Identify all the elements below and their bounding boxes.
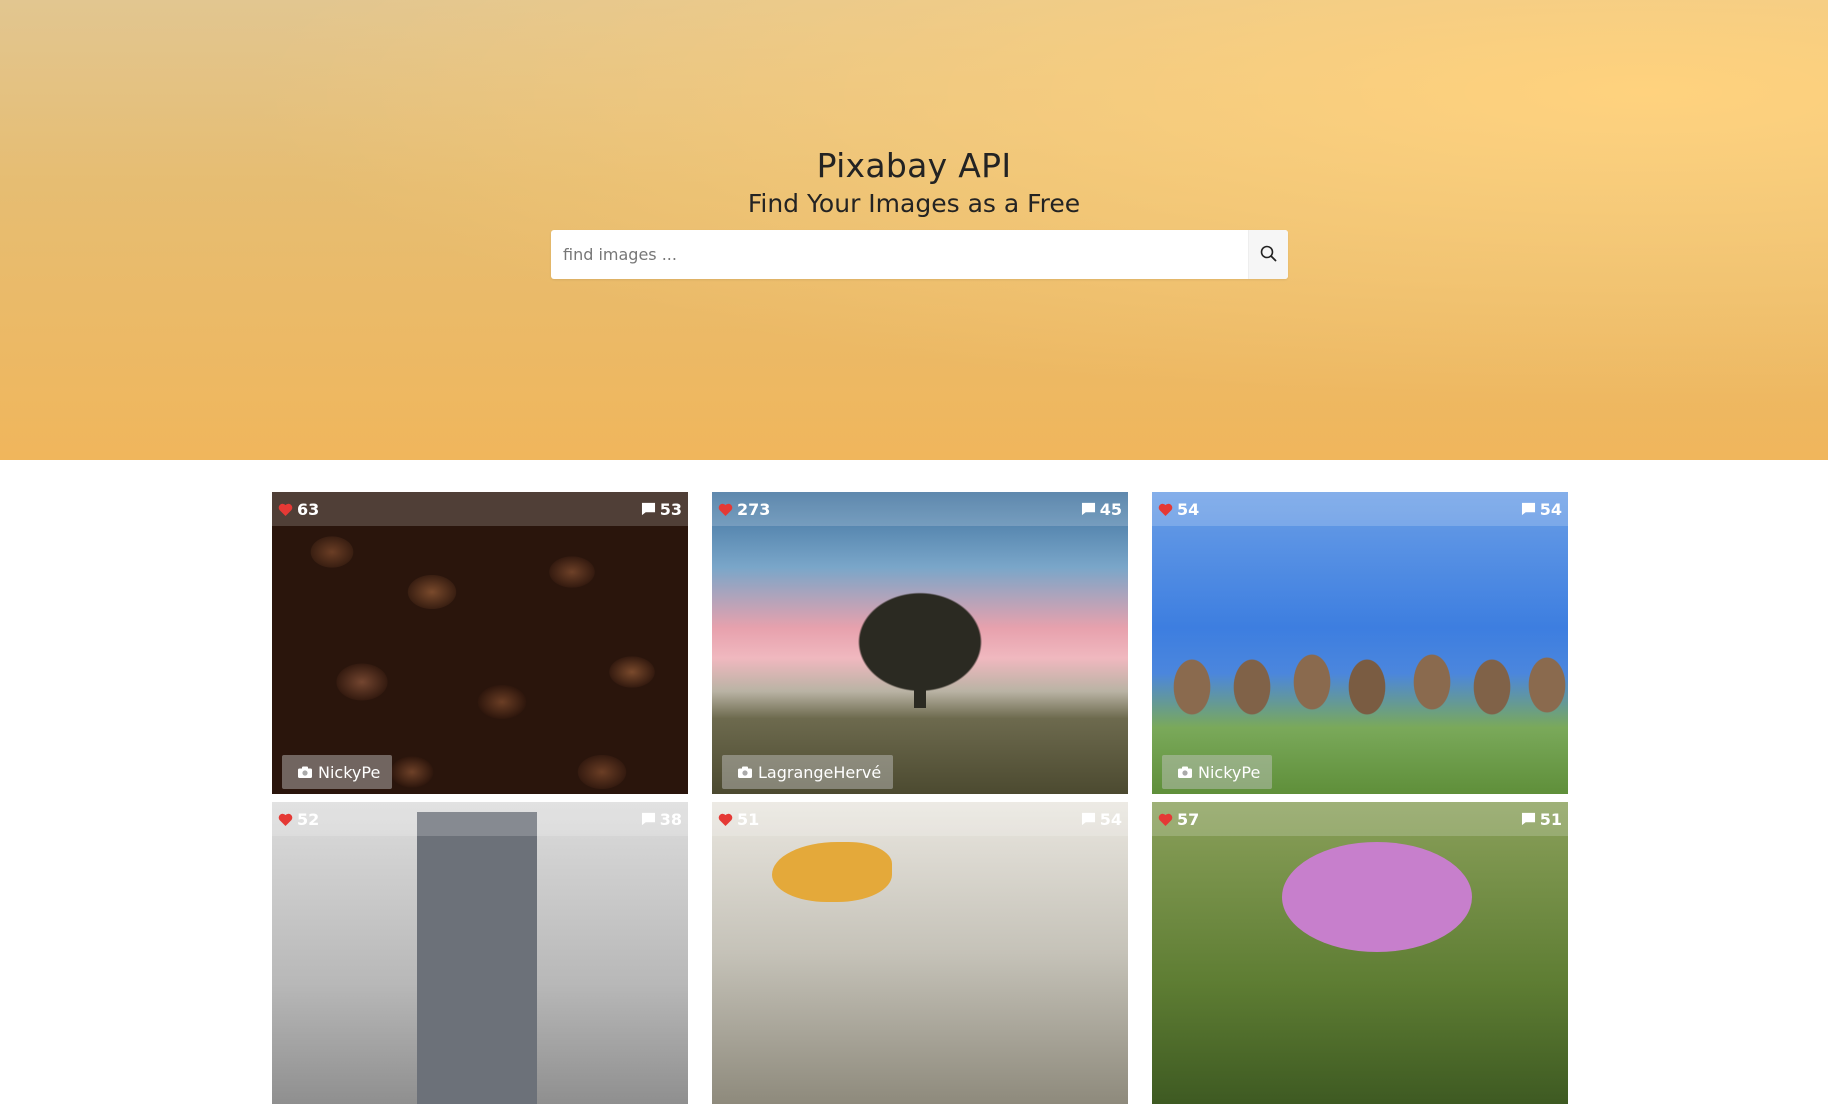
camera-icon: [298, 763, 312, 782]
heart-icon: [718, 813, 733, 826]
wing-shape: [772, 842, 892, 902]
heart-icon: [278, 813, 293, 826]
comment-icon: [641, 502, 656, 516]
image-coffee-beans: [272, 492, 688, 794]
card-stats-bar: 52 38: [272, 802, 688, 836]
likes-count: 54: [1177, 499, 1200, 519]
image-butterfly: [712, 802, 1128, 1104]
author-credit[interactable]: LagrangeHervé: [722, 755, 894, 789]
comment-icon: [1081, 812, 1096, 826]
petal-shape: [1282, 842, 1472, 952]
card-stats-bar: 273 45: [712, 492, 1128, 526]
likes-count: 63: [297, 499, 320, 519]
hero-banner: Pixabay API Find Your Images as a Free: [0, 0, 1828, 460]
heart-icon: [1158, 503, 1173, 516]
deer-shapes: [1152, 627, 1568, 747]
heart-icon: [718, 503, 733, 516]
comments-count: 53: [659, 499, 682, 519]
comments-stat: 53: [641, 500, 682, 519]
author-name: NickyPe: [318, 762, 381, 782]
comments-stat: 38: [641, 810, 682, 829]
search-bar: [551, 230, 1288, 279]
comment-icon: [1521, 812, 1536, 826]
image-tree-field: [712, 492, 1128, 794]
image-pink-flower: [1152, 802, 1568, 1104]
tree-trunk: [914, 682, 926, 708]
comments-count: 45: [1099, 499, 1122, 519]
tower-shape: [417, 812, 537, 1104]
page-subtitle: Find Your Images as a Free: [747, 189, 1081, 218]
likes-stat: 52: [278, 810, 319, 829]
image-card[interactable]: 273 45 LagrangeHervé: [712, 492, 1128, 794]
hero-content: Pixabay API Find Your Images as a Free: [0, 146, 1828, 220]
comments-stat: 54: [1521, 500, 1562, 519]
likes-count: 51: [737, 809, 760, 829]
comment-icon: [1081, 502, 1096, 516]
likes-count: 57: [1177, 809, 1200, 829]
likes-stat: 51: [718, 810, 759, 829]
comments-count: 51: [1539, 809, 1562, 829]
image-deer-herd: [1152, 492, 1568, 794]
image-card[interactable]: 52 38: [272, 802, 688, 1104]
camera-icon: [1178, 763, 1192, 782]
page-title: Pixabay API: [816, 146, 1012, 185]
comment-icon: [641, 812, 656, 826]
image-card[interactable]: 57 51: [1152, 802, 1568, 1104]
card-stats-bar: 54 54: [1152, 492, 1568, 526]
comments-stat: 51: [1521, 810, 1562, 829]
heart-icon: [278, 503, 293, 516]
likes-stat: 63: [278, 500, 319, 519]
search-icon: [1260, 245, 1277, 265]
image-card[interactable]: 63 53 NickyPe: [272, 492, 688, 794]
comments-stat: 54: [1081, 810, 1122, 829]
card-stats-bar: 57 51: [1152, 802, 1568, 836]
comments-count: 54: [1099, 809, 1122, 829]
comments-count: 54: [1539, 499, 1562, 519]
card-stats-bar: 51 54: [712, 802, 1128, 836]
likes-stat: 273: [718, 500, 770, 519]
comments-count: 38: [659, 809, 682, 829]
author-name: NickyPe: [1198, 762, 1261, 782]
image-grid: 63 53 NickyPe 273 45 LagrangeHervé 54 54…: [272, 492, 1568, 1104]
camera-icon: [738, 763, 752, 782]
comment-icon: [1521, 502, 1536, 516]
likes-stat: 57: [1158, 810, 1199, 829]
author-credit[interactable]: NickyPe: [282, 755, 393, 789]
card-stats-bar: 63 53: [272, 492, 688, 526]
likes-count: 52: [297, 809, 320, 829]
likes-stat: 54: [1158, 500, 1199, 519]
image-card[interactable]: 51 54: [712, 802, 1128, 1104]
search-button[interactable]: [1248, 230, 1288, 279]
image-card[interactable]: 54 54 NickyPe: [1152, 492, 1568, 794]
author-name: LagrangeHervé: [758, 762, 882, 782]
search-input[interactable]: [551, 230, 1248, 279]
likes-count: 273: [737, 499, 771, 519]
heart-icon: [1158, 813, 1173, 826]
comments-stat: 45: [1081, 500, 1122, 519]
author-credit[interactable]: NickyPe: [1162, 755, 1273, 789]
image-castle-tower: [272, 802, 688, 1104]
